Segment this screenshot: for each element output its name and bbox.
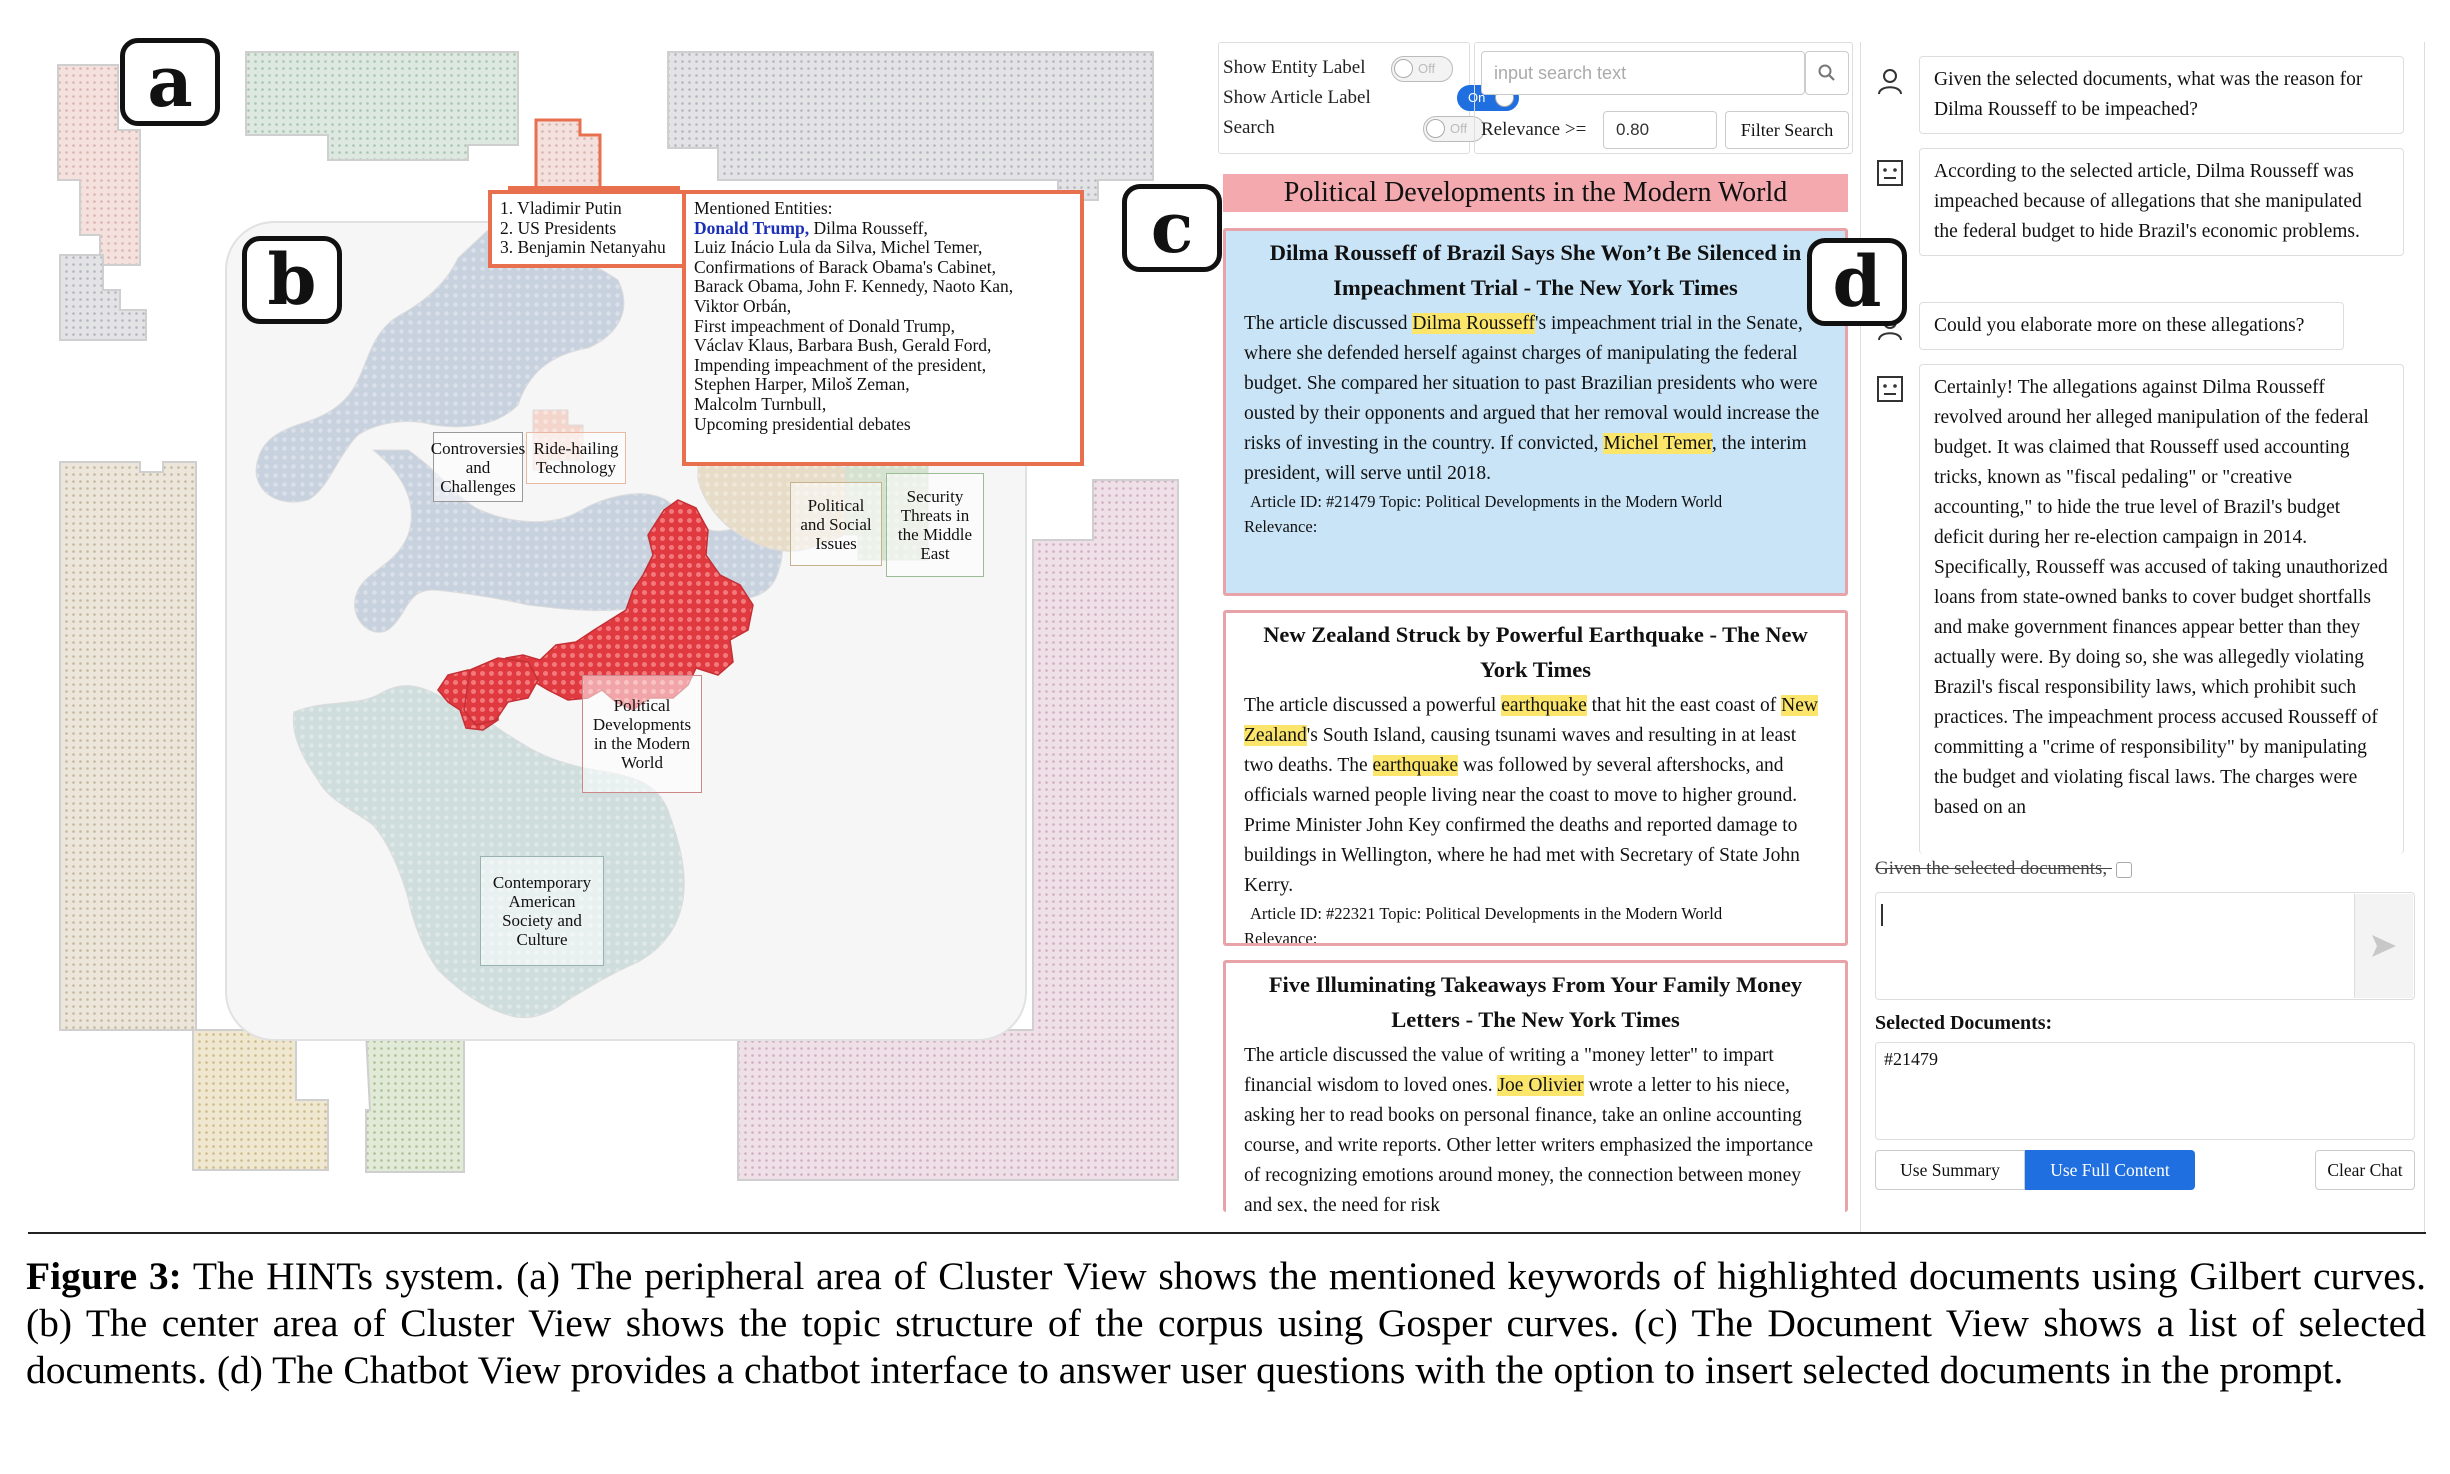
chat-message-user: Could you elaborate more on these allega…: [1919, 302, 2344, 350]
chat-message-bot: Certainly! The allegations against Dilma…: [1919, 364, 2404, 854]
document-card[interactable]: Five Illuminating Takeaways From Your Fa…: [1223, 960, 1848, 1212]
chat-message-user: Given the selected documents, what was t…: [1919, 56, 2404, 134]
panel-letter-d: d: [1807, 238, 1907, 326]
show-entity-label-text: Show Entity Label: [1223, 57, 1366, 78]
bot-icon: [1877, 160, 1903, 186]
entity-highlight: Michel Temer: [1603, 433, 1712, 454]
use-summary-button[interactable]: Use Summary: [1875, 1150, 2025, 1190]
use-full-content-button[interactable]: Use Full Content: [2025, 1150, 2195, 1190]
top-entities-callout: 1. Vladimir Putin 2. US Presidents 3. Be…: [488, 190, 688, 268]
clear-chat-button[interactable]: Clear Chat: [2315, 1150, 2415, 1190]
search-icon: [1818, 64, 1835, 81]
topic-label-american-society[interactable]: Contemporary American Society and Cultur…: [480, 856, 604, 966]
top-entity-3: 3. Benjamin Netanyahu: [500, 237, 666, 258]
topic-header: Political Developments in the Modern Wor…: [1223, 174, 1848, 212]
chatbot-view: Given the selected documents, what was t…: [1807, 42, 2425, 1232]
selected-documents-field[interactable]: #21479: [1875, 1042, 2415, 1140]
document-meta: Article ID: #22321 Topic: Political Deve…: [1250, 904, 1723, 923]
chat-message-bot: According to the selected article, Dilma…: [1919, 148, 2404, 256]
label-toggle-panel: Show Entity Label Off Show Article Label…: [1218, 42, 1519, 154]
document-summary: The article discussed the value of writi…: [1244, 1045, 1814, 1212]
top-entity-1: 1. Vladimir Putin: [500, 198, 622, 218]
document-title[interactable]: New Zealand Struck by Powerful Earthquak…: [1244, 617, 1827, 687]
search-button[interactable]: [1805, 51, 1849, 95]
entity-line: Václav Klaus, Barbara Bush, Gerald Ford,: [694, 335, 992, 356]
document-card[interactable]: New Zealand Struck by Powerful Earthquak…: [1223, 610, 1848, 946]
topic-label-political-developments[interactable]: Political Developments in the Modern Wor…: [582, 675, 702, 793]
prompt-prefix-checkbox[interactable]: [2115, 861, 2132, 878]
document-meta: Article ID: #21479 Topic: Political Deve…: [1250, 492, 1723, 511]
prompt-prefix: Given the selected documents,: [1875, 858, 2132, 880]
figure-caption: Figure 3: The HINTs system. (a) The peri…: [26, 1253, 2426, 1394]
document-relevance: Relevance:: [1244, 929, 1318, 946]
show-article-label-text: Show Article Label: [1223, 87, 1371, 108]
entity-line: Impending impeachment of the president,: [694, 354, 987, 375]
entity-dilma: Dilma Rousseff,: [809, 217, 928, 238]
entity-line: Luiz Inácio Lula da Silva, Michel Temer,: [694, 237, 983, 258]
relevance-label: Relevance >=: [1481, 119, 1587, 140]
search-panel: input search text Relevance >= 0.80 Filt…: [1474, 42, 1853, 154]
topic-label-political-social[interactable]: Political and Social Issues: [790, 482, 882, 566]
caption-text: The HINTs system. (a) The peripheral are…: [26, 1254, 2426, 1392]
document-summary: The article discussed a powerful earthqu…: [1244, 695, 1818, 896]
panel-letter-c: c: [1122, 184, 1222, 272]
panel-letter-b: b: [242, 236, 342, 324]
entity-line: First impeachment of Donald Trump,: [694, 315, 956, 336]
search-input[interactable]: input search text: [1481, 51, 1805, 95]
topic-label-controversies[interactable]: Controversies and Challenges: [431, 432, 525, 502]
text-cursor: [1881, 904, 1883, 926]
caption-label: Figure 3:: [26, 1254, 182, 1298]
filter-search-button[interactable]: Filter Search: [1725, 111, 1849, 149]
top-entity-2: 2. US Presidents: [500, 217, 617, 238]
user-icon: [1878, 69, 1902, 95]
entity-line: Viktor Orbán,: [694, 295, 792, 316]
entity-highlight: Joe Olivier: [1497, 1075, 1584, 1096]
document-view: Show Entity Label Off Show Article Label…: [1122, 42, 1853, 1212]
entity-line: Upcoming presidential debates: [694, 413, 911, 434]
entity-line: Barack Obama, John F. Kennedy, Naoto Kan…: [694, 276, 1014, 297]
topic-label-ridehailing[interactable]: Ride-hailing Technology: [526, 432, 626, 484]
entity-donald-trump[interactable]: Donald Trump,: [694, 218, 809, 238]
figure-frame-line: [28, 1232, 2426, 1234]
entity-line: Confirmations of Barack Obama's Cabinet,: [694, 256, 997, 277]
relevance-input[interactable]: 0.80: [1603, 111, 1717, 149]
show-entity-label-toggle[interactable]: Off: [1391, 56, 1453, 82]
entity-highlight: Dilma Rousseff: [1412, 313, 1535, 334]
entities-header: Mentioned Entities:: [694, 198, 833, 218]
document-relevance: Relevance:: [1244, 517, 1318, 536]
document-summary: The article discussed Dilma Rousseff's i…: [1244, 313, 1820, 484]
mentioned-entities-callout: Mentioned Entities: Donald Trump, Dilma …: [682, 190, 1084, 466]
entity-line: Stephen Harper, Miloš Zeman,: [694, 374, 910, 395]
entity-line: Malcolm Turnbull,: [694, 393, 827, 414]
cluster-view: a b Controversies and Challenges Ride-ha…: [28, 30, 1188, 1235]
search-toggle-text: Search: [1223, 117, 1275, 138]
topic-label-security[interactable]: Security Threats in the Middle East: [886, 473, 984, 577]
chat-input[interactable]: [1875, 892, 2415, 1000]
document-title[interactable]: Dilma Rousseff of Brazil Says She Won’t …: [1244, 235, 1827, 305]
entity-highlight: earthquake: [1372, 755, 1459, 776]
bot-icon: [1877, 376, 1903, 402]
selected-documents-label: Selected Documents:: [1875, 1012, 2053, 1034]
entity-highlight: earthquake: [1501, 695, 1587, 716]
document-card[interactable]: Dilma Rousseff of Brazil Says She Won’t …: [1223, 228, 1848, 596]
panel-letter-a: a: [120, 38, 220, 126]
document-title[interactable]: Five Illuminating Takeaways From Your Fa…: [1244, 967, 1827, 1037]
send-icon: [2372, 935, 2396, 957]
send-button[interactable]: [2354, 894, 2413, 998]
